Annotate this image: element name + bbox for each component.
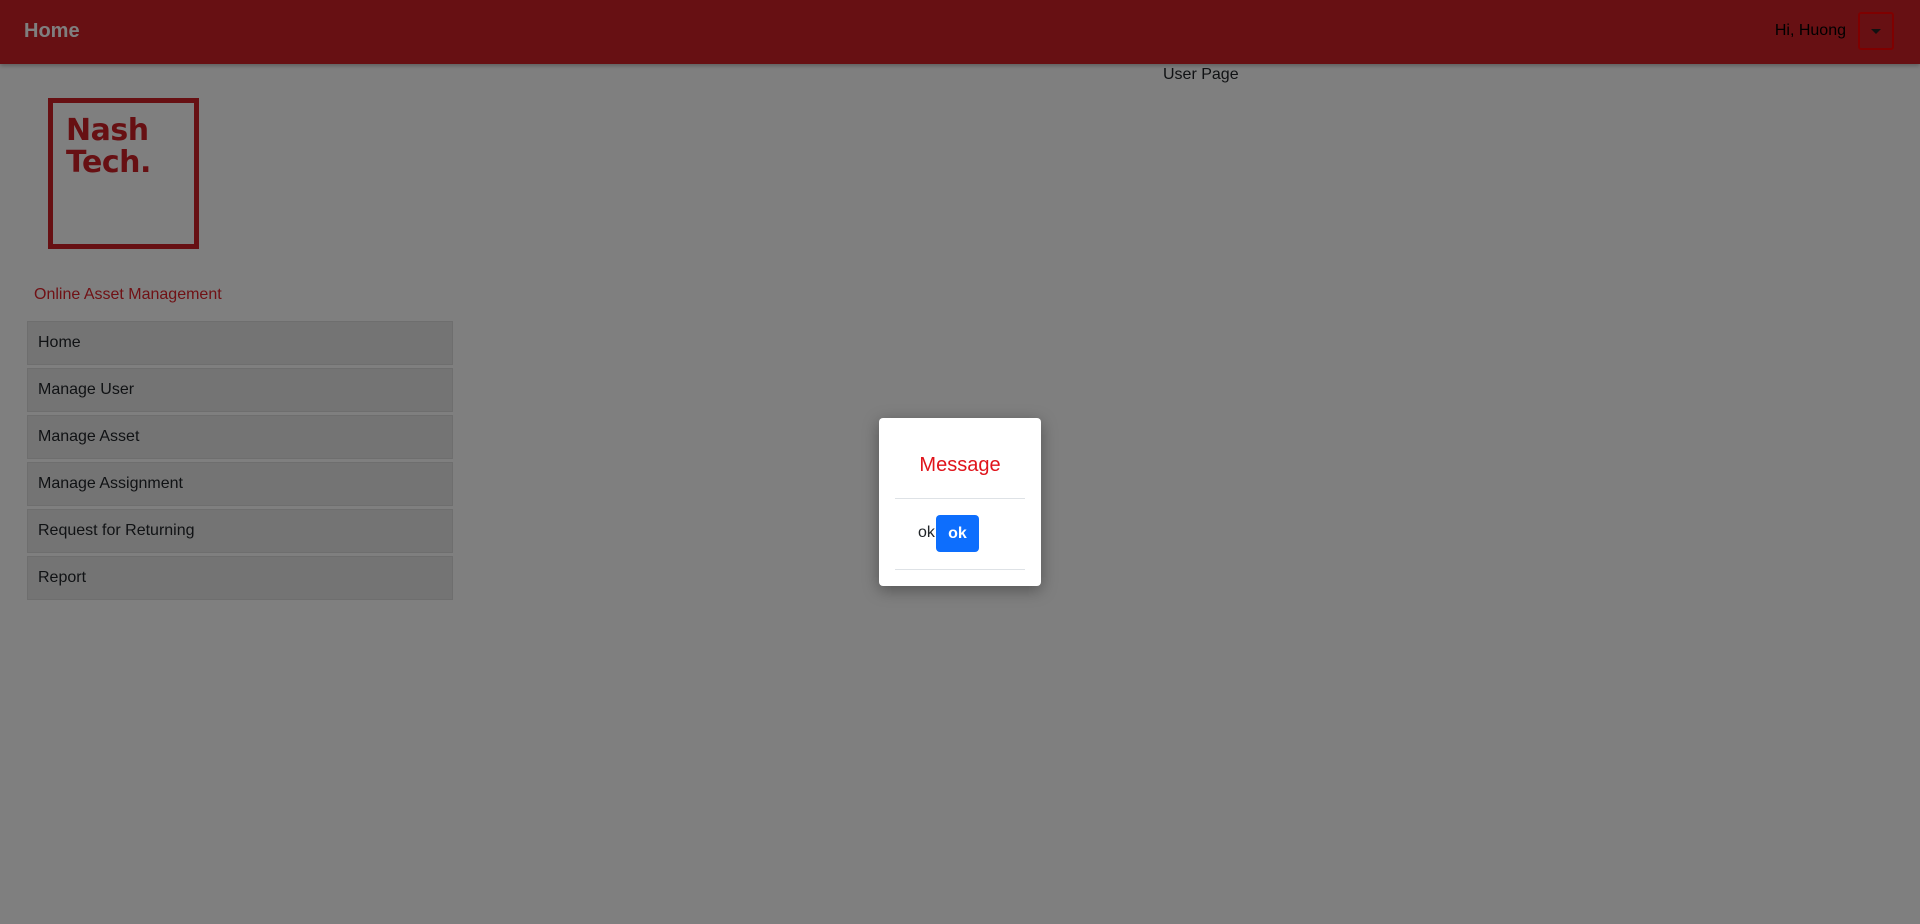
ok-button[interactable]: ok	[936, 515, 979, 552]
modal-title: Message	[919, 454, 1001, 476]
modal-header-divider	[895, 498, 1025, 499]
modal-footer-divider	[895, 569, 1025, 570]
message-modal: Message ok ok	[879, 418, 1041, 586]
modal-body-text: ok	[918, 524, 935, 541]
